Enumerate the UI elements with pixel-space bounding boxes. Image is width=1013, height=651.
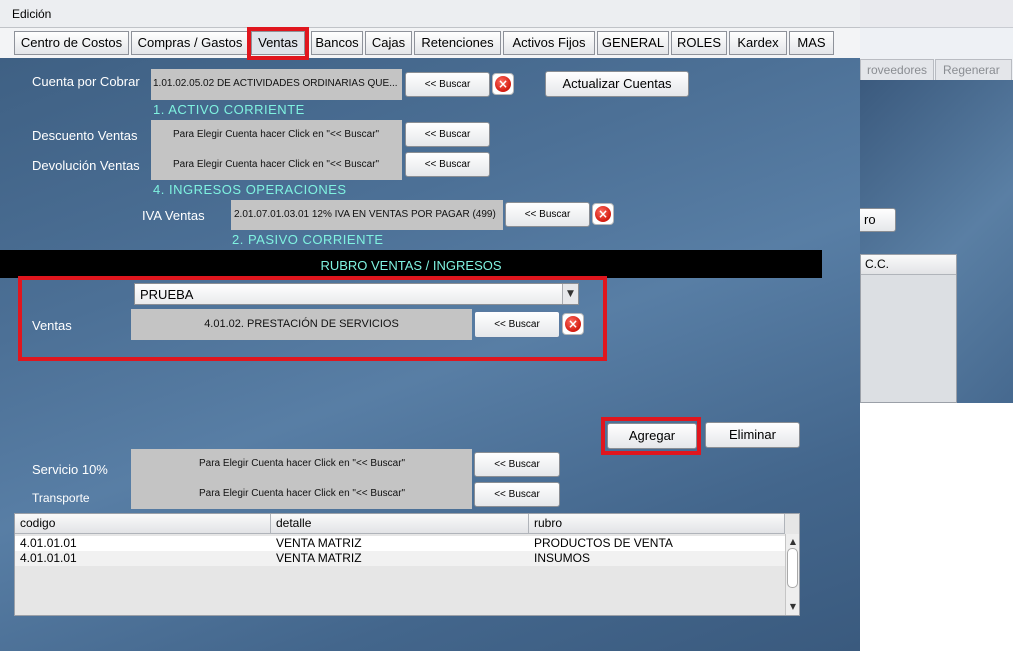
transporte-field: Para Elegir Cuenta hacer Click en "<< Bu… [131, 479, 472, 509]
background-table: C.C. [860, 254, 957, 403]
table-row[interactable]: 4.01.01.01 VENTA MATRIZ INSUMOS [15, 551, 785, 566]
rubros-table: codigo detalle rubro 4.01.01.01 VENTA MA… [14, 513, 800, 616]
column-header-rubro[interactable]: rubro [529, 514, 785, 534]
devolucion-ventas-buscar-button[interactable]: << Buscar [405, 152, 490, 177]
scroll-up-icon[interactable]: ▲ [786, 536, 800, 548]
scroll-thumb[interactable] [787, 548, 798, 588]
tab-roles[interactable]: ROLES [671, 31, 727, 55]
remove-icon: × [595, 206, 611, 222]
descuento-ventas-field: Para Elegir Cuenta hacer Click en "<< Bu… [151, 120, 402, 150]
servicio-buscar-button[interactable]: << Buscar [474, 452, 560, 477]
rubro-select-value: PRUEBA [140, 287, 194, 302]
tab-retenciones[interactable]: Retenciones [414, 31, 501, 55]
menu-edicion[interactable]: Edición [12, 7, 51, 21]
tab-activos-fijos[interactable]: Activos Fijos [503, 31, 595, 55]
column-header-codigo[interactable]: codigo [15, 514, 271, 534]
transporte-buscar-button[interactable]: << Buscar [474, 482, 560, 507]
descuento-ventas-label: Descuento Ventas [32, 128, 138, 143]
cuenta-por-cobrar-remove-button[interactable]: × [492, 73, 514, 95]
background-window-titlebar [860, 0, 1013, 28]
background-table-header: C.C. [861, 255, 956, 275]
background-tab-regenerar[interactable]: Regenerar [935, 59, 1012, 81]
tab-ventas-highlight [247, 27, 309, 60]
background-tab-proveedores[interactable]: roveedores [860, 59, 934, 81]
actualizar-cuentas-button[interactable]: Actualizar Cuentas [545, 71, 689, 97]
iva-ventas-label: IVA Ventas [142, 208, 205, 223]
servicio-label: Servicio 10% [32, 462, 108, 477]
cuenta-por-cobrar-field: 1.01.02.05.02 DE ACTIVIDADES ORDINARIAS … [151, 69, 402, 100]
menu-bar: Edición [0, 0, 860, 28]
iva-ventas-remove-button[interactable]: × [592, 203, 614, 225]
remove-icon: × [565, 316, 581, 332]
cuenta-por-cobrar-category: 1. ACTIVO CORRIENTE [153, 102, 305, 117]
cell-codigo: 4.01.01.01 [20, 536, 77, 550]
devolucion-ventas-field: Para Elegir Cuenta hacer Click en "<< Bu… [151, 150, 402, 180]
table-scrollbar[interactable]: ▲ ▼ [785, 534, 799, 615]
background-panel: ro C.C. [860, 80, 1013, 403]
cell-rubro: INSUMOS [534, 551, 591, 565]
agregar-button[interactable]: Agregar [607, 423, 697, 449]
tab-kardex[interactable]: Kardex [729, 31, 787, 55]
servicio-field: Para Elegir Cuenta hacer Click en "<< Bu… [131, 449, 472, 479]
iva-ventas-field: 2.01.07.01.03.01 12% IVA EN VENTAS POR P… [231, 200, 503, 230]
ventas-label: Ventas [32, 318, 72, 333]
rubro-select[interactable]: PRUEBA ▼ [134, 283, 579, 305]
chevron-down-icon[interactable]: ▼ [562, 284, 578, 304]
rubro-title: RUBRO VENTAS / INGRESOS [320, 258, 502, 273]
ventas-field: 4.01.02. PRESTACIÓN DE SERVICIOS [131, 309, 472, 340]
scroll-down-icon[interactable]: ▼ [786, 601, 800, 613]
descuento-ventas-buscar-button[interactable]: << Buscar [405, 122, 490, 147]
iva-ventas-category: 2. PASIVO CORRIENTE [232, 232, 384, 247]
cell-detalle: VENTA MATRIZ [276, 551, 362, 565]
cell-detalle: VENTA MATRIZ [276, 536, 362, 550]
main-window: Edición Centro de Costos Compras / Gasto… [0, 0, 860, 651]
table-row[interactable]: 4.01.01.01 VENTA MATRIZ PRODUCTOS DE VEN… [15, 536, 785, 551]
tab-centro-de-costos[interactable]: Centro de Costos [14, 31, 129, 55]
cell-rubro: PRODUCTOS DE VENTA [534, 536, 673, 550]
tab-cajas[interactable]: Cajas [365, 31, 412, 55]
tab-general[interactable]: GENERAL [597, 31, 669, 55]
iva-ventas-buscar-button[interactable]: << Buscar [505, 202, 590, 227]
remove-icon: × [495, 76, 511, 92]
devolucion-ventas-category: 4. INGRESOS OPERACIONES [153, 182, 347, 197]
ventas-buscar-button[interactable]: << Buscar [474, 311, 560, 338]
cuenta-por-cobrar-label: Cuenta por Cobrar [32, 74, 140, 89]
column-header-detalle[interactable]: detalle [271, 514, 529, 534]
devolucion-ventas-label: Devolución Ventas [32, 158, 140, 173]
tab-mas[interactable]: MAS [789, 31, 834, 55]
transporte-label: Transporte [32, 491, 90, 505]
cuenta-por-cobrar-buscar-button[interactable]: << Buscar [405, 72, 490, 97]
tab-bancos[interactable]: Bancos [311, 31, 363, 55]
background-button[interactable]: ro [860, 208, 896, 232]
eliminar-button[interactable]: Eliminar [705, 422, 800, 448]
cell-codigo: 4.01.01.01 [20, 551, 77, 565]
ventas-remove-button[interactable]: × [562, 313, 584, 335]
background-window: roveedores Regenerar ro C.C. [860, 0, 1013, 403]
tab-compras-gastos[interactable]: Compras / Gastos [131, 31, 249, 55]
